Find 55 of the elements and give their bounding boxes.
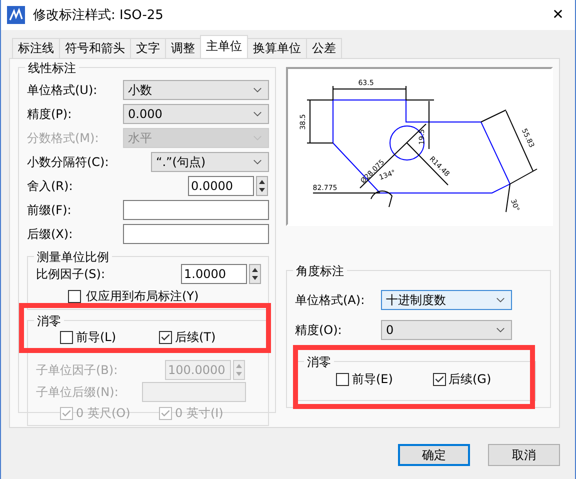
checkbox-label: 0 英尺(O) (76, 404, 130, 422)
window-title: 修改标注样式: ISO-25 (33, 7, 164, 24)
field-label: 舍入(R): (27, 178, 73, 194)
input-field[interactable] (142, 382, 246, 402)
field-label: 分数格式(M): (27, 130, 99, 146)
tab[interactable]: 公差 (306, 38, 342, 58)
checkbox[interactable] (432, 372, 446, 386)
group-title: 消零 (304, 354, 334, 371)
checkbox[interactable] (68, 290, 81, 302)
dropdown[interactable]: 十进制度数 (381, 290, 512, 310)
number-field[interactable]: 0.0000 (188, 176, 254, 196)
checkbox[interactable] (159, 330, 172, 344)
checkbox-label: 前导(E) (352, 370, 393, 388)
checkbox-label: 仅应用到布局标注(Y) (86, 288, 199, 304)
caret-icon (496, 327, 505, 333)
field-label: 精度(O): (295, 322, 343, 338)
checkbox-label: 0 英寸(I) (175, 404, 224, 422)
tab[interactable]: 主单位 (200, 35, 248, 58)
caret-icon (253, 111, 262, 117)
checkbox[interactable] (60, 330, 73, 344)
number-field[interactable]: 1.0000 (181, 264, 247, 284)
app-icon (7, 6, 25, 24)
dialog-button[interactable]: 取消 (488, 444, 560, 466)
field-label: 比例因子(S): (36, 266, 106, 282)
dialog-button[interactable]: 确定 (398, 444, 470, 466)
tab[interactable]: 标注线 (12, 38, 60, 58)
dropdown[interactable]: “.”(句点) (151, 152, 269, 172)
close-button[interactable]: ✕ (541, 7, 575, 23)
dropdown[interactable]: 0.000 (123, 104, 269, 124)
field-label: 子单位后缀(N): (36, 384, 118, 400)
dropdown[interactable]: 0 (381, 320, 512, 340)
checkbox-label: 前导(L) (76, 328, 116, 346)
caret-icon (496, 297, 505, 303)
group-title: 消零 (34, 313, 64, 330)
group-title: 测量单位比例 (34, 249, 112, 266)
field-label: 单位格式(U): (27, 82, 98, 98)
checkbox[interactable] (336, 372, 349, 386)
input-field[interactable] (123, 224, 269, 244)
caret-icon (253, 135, 262, 141)
group-title: 线性标注 (25, 60, 79, 77)
checkbox-label: 后续(G) (448, 370, 492, 388)
field-label: 精度(P): (27, 106, 72, 122)
checkbox-label: 后续(T) (175, 328, 216, 346)
field-label: 子单位因子(B): (36, 362, 118, 378)
field-label: 前缀(F): (27, 202, 72, 218)
field-label: 后缀(X): (27, 226, 73, 242)
spinner-icon[interactable] (255, 176, 269, 196)
dropdown[interactable]: 小数 (123, 80, 269, 100)
group-title: 角度标注 (293, 263, 347, 280)
caret-icon (253, 87, 262, 93)
field-label: 单位格式(A): (295, 292, 366, 308)
input-field[interactable] (123, 200, 269, 220)
spinner-icon[interactable] (248, 264, 262, 284)
field-label: 小数分隔符(C): (27, 154, 109, 170)
caret-icon (253, 159, 262, 165)
